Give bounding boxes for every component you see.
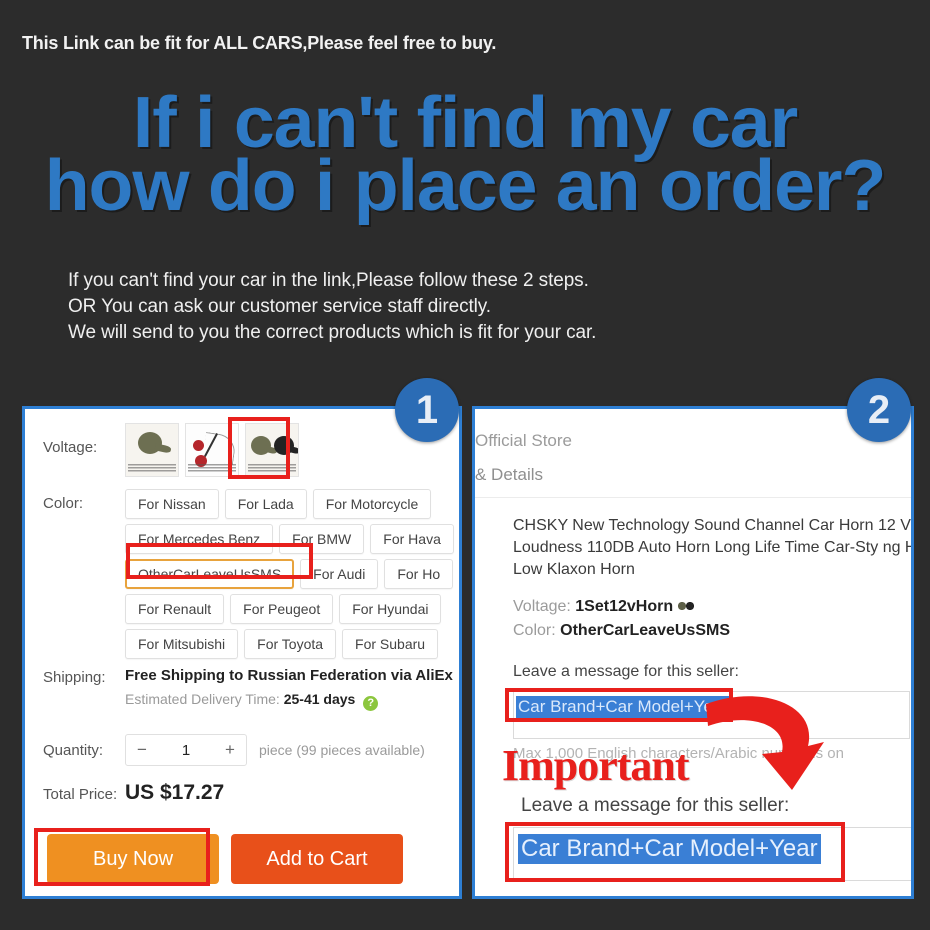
voltage-attribute-value: 1Set12vHorn [575,598,674,615]
horn-thumb-icon [677,601,694,612]
highlight-box-message-1 [505,688,733,722]
add-to-cart-button[interactable]: Add to Cart [231,834,403,884]
divider [475,497,911,498]
quantity-row: Quantity: − 1 + piece (99 pieces availab… [43,734,425,766]
delivery-unit: days [323,691,356,707]
quantity-decrease-button[interactable]: − [126,740,158,760]
total-price-value: US $17.27 [125,781,225,804]
color-option[interactable]: For Motorcycle [312,489,432,519]
quantity-label: Quantity: [43,741,104,759]
help-icon[interactable]: ? [363,696,379,711]
product-title: CHSKY New Technology Sound Channel Car H… [513,517,914,578]
voltage-thumb-1[interactable] [125,423,179,477]
voltage-label: Voltage: [43,439,98,456]
color-attribute-key: Color: [513,622,556,639]
thumb-caption-text [128,464,176,473]
instruction-line-1: If you can't find your car in the link,P… [68,270,589,291]
quantity-increase-button[interactable]: + [214,740,246,760]
horn-icon [138,432,162,454]
instructions-block: If you can't find your car in the link,P… [68,268,596,347]
color-label: Color: [43,495,84,512]
step-2-badge: 2 [847,378,911,442]
instruction-line-3: We will send to you the correct products… [68,322,597,344]
color-option[interactable]: For Lada [224,489,307,519]
color-option[interactable]: For Ho [384,559,454,589]
quantity-stepper[interactable]: − 1 + [125,734,247,766]
highlight-box-selected-color [126,543,313,579]
total-price-label: Total Price: [43,786,118,803]
seller-message-label-1: Leave a message for this seller: [513,663,739,680]
stock-availability-note: piece (99 pieces available) [259,742,425,758]
horn-red-icon-1 [193,440,204,451]
color-option[interactable]: For Toyota [244,629,337,659]
curved-down-arrow-icon [706,696,824,790]
color-option[interactable]: For Hava [370,524,454,554]
details-tab[interactable]: & Details [475,465,543,485]
instruction-line-2: OR You can ask our customer service staf… [68,296,491,318]
color-option[interactable]: For Subaru [342,629,439,659]
color-option[interactable]: For Mitsubishi [125,629,239,659]
step-1-screenshot-panel: Voltage: Color: For Nissan For Lada For … [22,406,462,899]
total-price-row: Total Price: US $17.27 [43,781,224,805]
highlight-box-voltage-thumb [228,417,290,479]
page-title: If i can't find my car how do i place an… [0,87,930,227]
color-option[interactable]: For Hyundai [339,594,442,624]
store-name: Official Store [475,431,573,450]
shipping-row: Shipping: Free Shipping to Russian Feder… [43,667,453,711]
highlight-box-message-2 [505,822,845,882]
voltage-attribute: Voltage: 1Set12vHorn [513,595,730,619]
important-annotation: Important [502,741,690,790]
color-option[interactable]: For Renault [125,594,225,624]
color-option[interactable]: For Nissan [125,489,219,519]
color-option[interactable]: For Peugeot [230,594,334,624]
intro-banner-text: This Link can be fit for ALL CARS,Please… [22,33,497,53]
voltage-attribute-key: Voltage: [513,598,571,615]
color-attribute: Color: OtherCarLeaveUsSMS [513,619,730,643]
color-attribute-value: OtherCarLeaveUsSMS [560,622,730,639]
delivery-value: 25-41 [283,691,320,707]
highlight-box-buy-now [34,828,210,886]
order-attributes: Voltage: 1Set12vHorn Color: OtherCarLeav… [513,595,730,643]
delivery-label: Estimated Delivery Time: [125,691,280,707]
step-1-badge: 1 [395,378,459,442]
page-title-line-2: how do i place an order? [44,146,887,227]
shipping-value: Free Shipping to Russian Federation via … [125,667,453,684]
delivery-estimate: Estimated Delivery Time: 25-41 days ? [125,691,453,711]
shipping-label: Shipping: [43,669,106,686]
quantity-input[interactable]: 1 [158,742,214,759]
